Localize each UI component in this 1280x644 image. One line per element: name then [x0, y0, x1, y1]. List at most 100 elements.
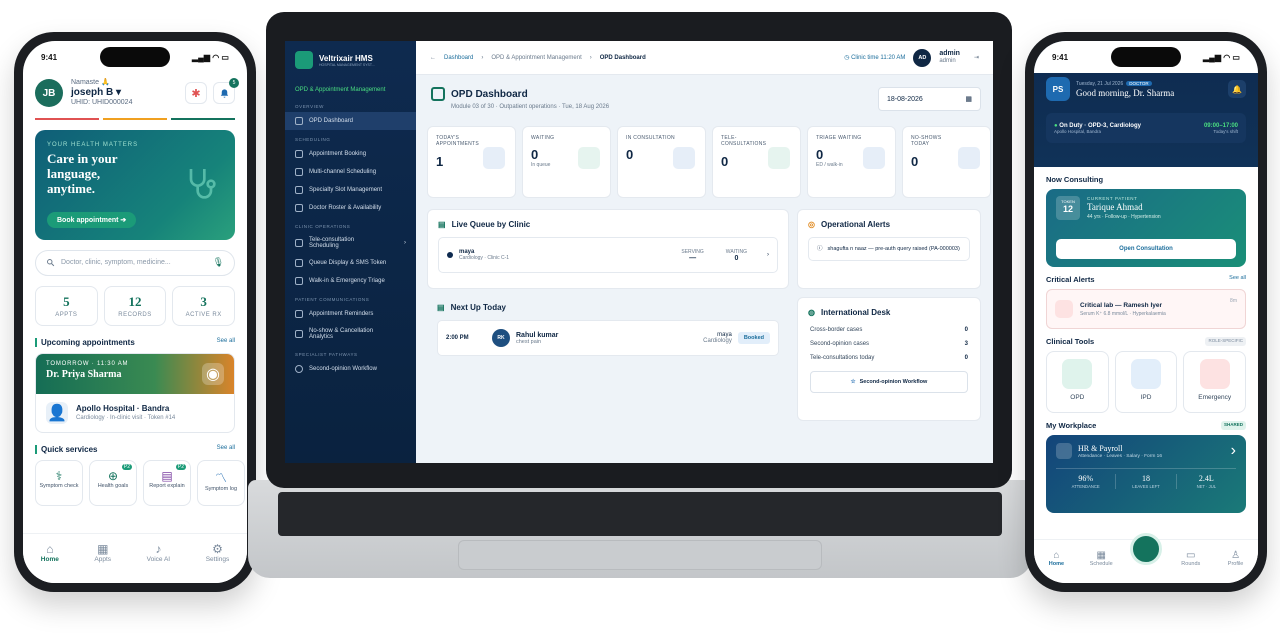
page-title: OPD Dashboard: [451, 88, 528, 100]
user-info[interactable]: admin admin: [939, 50, 960, 66]
duty-title: On Duty · OPD-3, Cardiology: [1059, 122, 1141, 129]
user-avatar[interactable]: AD: [913, 48, 932, 67]
kpi-triage-waiting[interactable]: TRIAGE WAITING 0 ED / walk-in: [807, 126, 896, 198]
critical-see-all-link[interactable]: See all: [1229, 275, 1246, 284]
kpi-teleconsultations[interactable]: TELE-CONSULTATIONS 0: [712, 126, 801, 198]
search-icon: [47, 259, 55, 267]
critical-title: Critical lab — Ramesh Iyer: [1080, 301, 1163, 309]
sidebar-item-second-opinion[interactable]: Second-opinion Workflow: [285, 360, 416, 378]
current-patient-card[interactable]: TOKEN 12 CURRENT PATIENT Tarique Ahmad 44…: [1046, 189, 1246, 267]
tab-rounds[interactable]: ▭ Rounds: [1176, 550, 1206, 567]
clipboard-fab[interactable]: [1130, 533, 1162, 565]
open-consultation-button[interactable]: Open Consultation: [1056, 239, 1236, 259]
dynamic-island: [1111, 47, 1181, 67]
calendar-icon: [431, 87, 445, 101]
symptom-check-tile[interactable]: ⚕ Symptom check: [35, 459, 83, 506]
search-input[interactable]: Doctor, clinic, symptom, medicine...: [61, 259, 207, 266]
health-goals-tile[interactable]: P2 ⊕ Health goals: [89, 459, 137, 506]
book-appointment-button[interactable]: Book appointment ➔: [47, 211, 137, 228]
tab-home[interactable]: ⌂ Home: [1041, 550, 1071, 567]
sidebar-item-multi-channel[interactable]: Multi-channel Scheduling: [285, 163, 416, 181]
clinical-tools-header: Clinical Tools ROLE-SPECIFIC: [1046, 337, 1246, 346]
kpi-in-consultation[interactable]: IN CONSULTATION 0: [617, 126, 706, 198]
bell-icon[interactable]: 🔔: [1228, 80, 1246, 98]
stat-active-rx[interactable]: 3 ACTIVE RX: [172, 285, 236, 326]
breadcrumb-current: OPD Dashboard: [599, 54, 646, 61]
brand[interactable]: Veltrixair HMS HOSPITAL MANAGEMENT SYST..…: [285, 41, 416, 79]
next-up-row[interactable]: 2:00 PM RK Rahul kumar chest pain maya Car…: [437, 320, 779, 356]
info-icon: ⓘ: [817, 246, 823, 252]
header-actions: ✱ 5: [179, 78, 239, 105]
quick-see-all-link[interactable]: See all: [217, 445, 235, 454]
calendar-icon: ▦: [965, 96, 972, 103]
sos-button[interactable]: ✱: [185, 82, 207, 105]
avatar[interactable]: JB: [35, 79, 63, 108]
notification-count: 5: [229, 78, 239, 89]
calendar-icon: ▦: [97, 542, 109, 556]
user-name[interactable]: joseph B ▾: [71, 87, 132, 99]
globe-icon: ◍: [808, 308, 815, 317]
status-time: 9:41: [41, 52, 58, 62]
sidebar-item-opd-dashboard[interactable]: OPD Dashboard: [285, 112, 416, 130]
chevron-right-icon[interactable]: ›: [767, 252, 769, 258]
bottom-tab-bar: ⌂ Home ▦ Appts ♪ Voice AI ⚙ Settings: [23, 533, 247, 583]
doctor-phone: 9:41 ▂▄▆ ◠ ▭ PS Tuesday, 21 Jul 2026 DOCT…: [1025, 32, 1267, 592]
stethoscope-icon: [189, 168, 216, 199]
hr-payroll-card[interactable]: HR & Payroll Attendance · Leaves · Salary…: [1046, 435, 1246, 513]
sidebar-item-doctor-roster[interactable]: Doctor Roster & Availability: [285, 199, 416, 217]
alert-item[interactable]: ⓘ shagufta n naaz — pre-auth query raised…: [808, 237, 970, 262]
display-icon: [295, 259, 303, 267]
triage-icon: [295, 277, 303, 285]
sidebar-item-slot-management[interactable]: Specialty Slot Management: [285, 181, 416, 199]
notifications-button[interactable]: 5: [213, 78, 239, 105]
queue-row[interactable]: maya Cardiology · Clinic C-1 SERVING — WAI…: [438, 237, 778, 273]
date-picker[interactable]: 18-08-2026 ▦: [878, 87, 981, 111]
sidebar-item-reminders[interactable]: Appointment Reminders: [285, 305, 416, 323]
next-up-card: ▤ Next Up Today 2:00 PM RK Rahul kumar che…: [427, 293, 789, 421]
appointment-banner: TOMORROW · 11:30 AM Dr. Priya Sharma ◉: [36, 353, 234, 394]
sidebar-item-teleconsult[interactable]: Tele-consultation Scheduling ›: [285, 232, 416, 254]
tool-ipd[interactable]: IPD: [1114, 351, 1178, 413]
nav-group-overview: OVERVIEW: [295, 104, 324, 109]
duty-card[interactable]: ● On Duty · OPD-3, Cardiology Apollo Hosp…: [1046, 113, 1246, 143]
tool-opd[interactable]: OPD: [1046, 351, 1109, 413]
tab-settings[interactable]: ⚙ Settings: [206, 542, 230, 583]
sidebar-item-triage[interactable]: Walk-in & Emergency Triage: [285, 272, 416, 290]
tab-home[interactable]: ⌂ Home: [41, 542, 59, 583]
breadcrumb-dashboard[interactable]: Dashboard: [444, 55, 473, 61]
critical-alert-item[interactable]: Critical lab — Ramesh Iyer Serum K⁺ 6.8 m…: [1046, 289, 1246, 329]
tool-emergency[interactable]: Emergency: [1183, 351, 1247, 413]
search-bar[interactable]: Doctor, clinic, symptom, medicine... 🎙: [35, 249, 235, 276]
report-explain-tile[interactable]: P2 ▤ Report explain: [143, 459, 191, 506]
tab-profile[interactable]: ♙ Profile: [1221, 550, 1251, 567]
roster-icon: [295, 204, 303, 212]
metric-attendance: 96% ATTENDANCE: [1056, 474, 1117, 489]
mic-icon[interactable]: 🎙: [213, 257, 224, 268]
appointment-card[interactable]: TOMORROW · 11:30 AM Dr. Priya Sharma ◉ 👤…: [35, 352, 235, 433]
health-banner[interactable]: YOUR HEALTH MATTERS Care in your languag…: [35, 129, 235, 240]
stat-appts[interactable]: 5 APPTS: [35, 285, 98, 326]
sidebar-item-appointment-booking[interactable]: Appointment Booking: [285, 145, 416, 163]
stat-records[interactable]: 12 RECORDS: [103, 285, 167, 326]
sidebar-item-no-show-analytics[interactable]: No-show & Cancellation Analytics: [285, 323, 416, 345]
module-switcher[interactable]: OPD & Appointment Management: [285, 83, 416, 97]
doctor-avatar[interactable]: PS: [1046, 77, 1070, 101]
breadcrumb-module[interactable]: OPD & Appointment Management: [491, 55, 581, 61]
greeting-block: Namaste 🙏 joseph B ▾ UHID: UHID000024: [71, 79, 132, 108]
sidebar-item-queue-display[interactable]: Queue Display & SMS Token: [285, 254, 416, 272]
nav-group-scheduling: SCHEDULING: [295, 137, 331, 142]
back-arrow-icon[interactable]: ←: [430, 55, 436, 61]
logout-icon[interactable]: ⇥: [974, 54, 979, 61]
tab-voice-ai[interactable]: ♪ Voice AI: [147, 542, 171, 583]
stethoscope-icon: ⚕: [55, 468, 63, 483]
upcoming-see-all-link[interactable]: See all: [217, 338, 235, 347]
location-pin-icon[interactable]: ◉: [202, 362, 224, 385]
kpi-todays-appointments[interactable]: TODAY'S APPOINTMENTS 1: [427, 126, 516, 198]
tab-schedule[interactable]: ▦ Schedule: [1086, 550, 1116, 567]
second-opinion-workflow-button[interactable]: ☆ Second-opinion Workflow: [810, 371, 968, 393]
symptom-log-tile[interactable]: 〽 Symptom log: [197, 459, 245, 506]
tab-appts[interactable]: ▦ Appts: [94, 542, 111, 583]
dynamic-island: [100, 47, 170, 67]
kpi-waiting[interactable]: WAITING 0 In queue: [522, 126, 611, 198]
kpi-no-shows[interactable]: NO-SHOWS TODAY 0: [902, 126, 991, 198]
